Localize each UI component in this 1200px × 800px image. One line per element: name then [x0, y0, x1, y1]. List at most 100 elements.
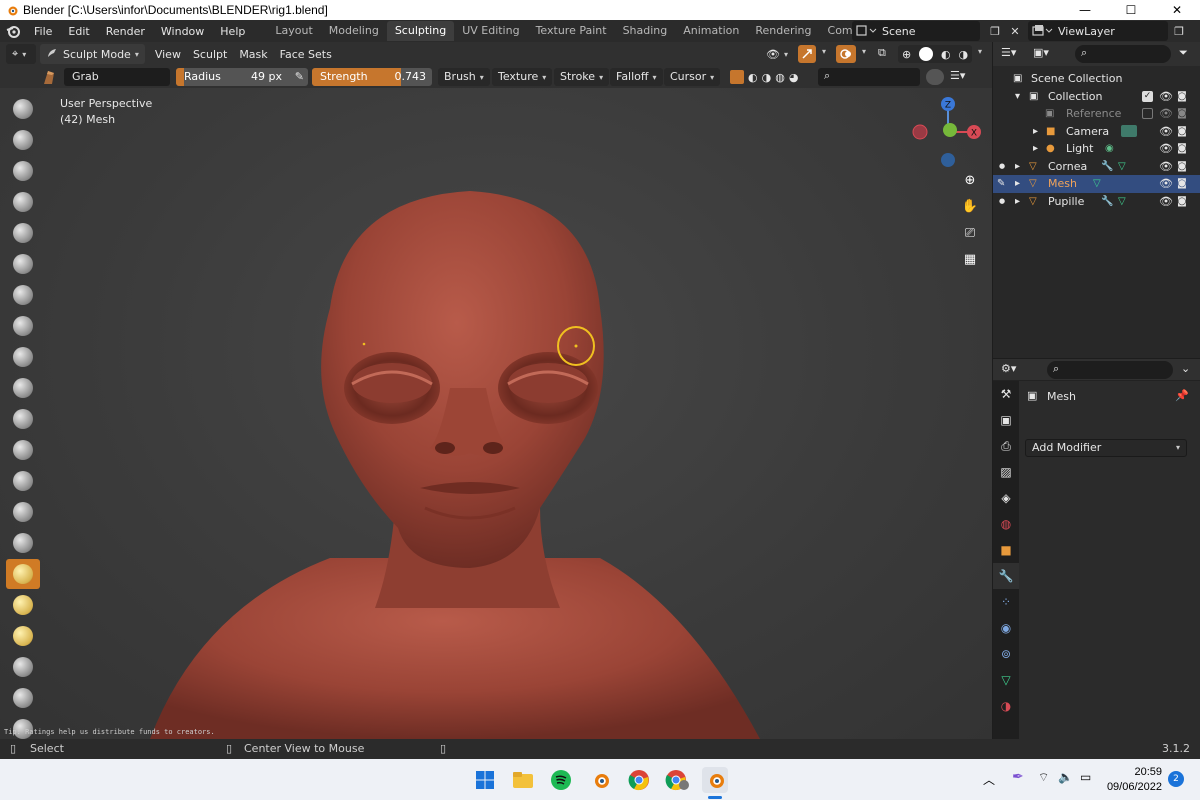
stroke-dropdown[interactable]: Stroke ▾	[554, 68, 610, 86]
sculpt-tool-button[interactable]	[6, 621, 40, 651]
sculpt-tool-button[interactable]	[6, 311, 40, 341]
eye-icon[interactable]: 👁	[1159, 125, 1173, 138]
perspective-grid-icon[interactable]: ▦	[958, 247, 982, 271]
sculpt-tool-button[interactable]	[6, 683, 40, 713]
filter-icon[interactable]: ⏷	[1179, 46, 1188, 60]
sculpt-tool-button[interactable]	[6, 218, 40, 248]
clock[interactable]: 20:59 09/06/2022	[1100, 765, 1162, 795]
sculpt-tool-button[interactable]	[6, 187, 40, 217]
overlays-toggle-icon[interactable]	[836, 45, 856, 63]
visibility-dropdown[interactable]: 👁 ▾	[766, 45, 796, 63]
spotify-icon[interactable]	[548, 767, 574, 793]
delete-scene-icon[interactable]: ✕	[1006, 22, 1024, 40]
workspace-tab-animation[interactable]: Animation	[675, 21, 747, 41]
sculpt-tool-button[interactable]	[6, 559, 40, 589]
chevron-up-icon[interactable]: ︿	[983, 771, 995, 788]
menu-edit[interactable]: Edit	[60, 25, 97, 38]
menu-view[interactable]: View	[149, 48, 187, 61]
chrome-profile-icon[interactable]	[664, 767, 690, 793]
camera-render-icon[interactable]: ◙	[1176, 161, 1188, 172]
sculpt-tool-button[interactable]	[6, 342, 40, 372]
wifi-icon[interactable]: ⌔	[1038, 770, 1049, 785]
outliner-row-pupille[interactable]: ● ▸ ▽ Pupille 🔧 ▽ 👁 ◙	[993, 193, 1200, 211]
sphere-icon[interactable]: ◕	[789, 71, 799, 84]
menu-file[interactable]: File	[26, 25, 60, 38]
expand-arrow-icon[interactable]: ▸	[1015, 161, 1020, 172]
blender-menu-icon[interactable]	[0, 21, 26, 41]
eye-icon[interactable]: 👁	[1159, 195, 1173, 208]
material-tab-icon[interactable]: ◑	[993, 693, 1019, 719]
outliner-row-reference[interactable]: ▣ Reference 👁 ◙	[993, 105, 1200, 123]
eye-icon[interactable]: 👁	[1159, 107, 1173, 120]
expand-arrow-icon[interactable]: ▸	[1033, 143, 1038, 154]
properties-search-input[interactable]: ⌕	[1047, 361, 1173, 379]
view-layer-tab-icon[interactable]: ▨	[993, 459, 1019, 485]
camera-render-icon[interactable]: ◙	[1176, 178, 1188, 189]
outliner-search-input[interactable]: ⌕	[1075, 45, 1171, 63]
expand-arrow-icon[interactable]: ▾	[1015, 91, 1020, 102]
data-tab-icon[interactable]: ▽	[993, 667, 1019, 693]
view-layer-selector[interactable]: ViewLayer	[1028, 21, 1168, 41]
sculpt-tool-button[interactable]	[6, 435, 40, 465]
new-scene-icon[interactable]: ❐	[986, 22, 1004, 40]
scene-tab-icon[interactable]: ◈	[993, 485, 1019, 511]
physics-tab-icon[interactable]: ◉	[993, 615, 1019, 641]
camera-render-icon[interactable]: ◙	[1176, 143, 1188, 154]
speaker-icon[interactable]: 🔈	[1058, 770, 1073, 784]
minimize-button[interactable]: —	[1062, 0, 1108, 20]
outliner-row-mesh[interactable]: ✎ ▸ ▽ Mesh ▽ 👁 ◙	[993, 175, 1200, 193]
pressure-pen-icon[interactable]: ✎	[295, 70, 304, 83]
sculpt-tool-button[interactable]	[6, 652, 40, 682]
solid-shading-icon[interactable]	[919, 47, 934, 61]
gizmo-toggle-icon[interactable]	[798, 45, 816, 63]
brush-name-field[interactable]: Grab	[64, 68, 170, 86]
modifiers-tab-icon[interactable]: 🔧	[993, 563, 1019, 589]
menu-face-sets[interactable]: Face Sets	[274, 48, 338, 61]
chrome-icon[interactable]	[626, 767, 652, 793]
workspace-tab-sculpting[interactable]: Sculpting	[386, 21, 455, 41]
sculpt-tool-button[interactable]	[6, 280, 40, 310]
sculpt-tool-button[interactable]	[6, 125, 40, 155]
render-tab-icon[interactable]: ▣	[993, 407, 1019, 433]
blender-active-icon[interactable]	[702, 767, 728, 793]
file-explorer-icon[interactable]	[510, 767, 536, 793]
globe-icon[interactable]: ◍	[775, 71, 785, 84]
exclude-checkbox[interactable]	[1142, 108, 1153, 120]
workspace-tab-texture-paint[interactable]: Texture Paint	[528, 21, 615, 41]
outliner-editor-type-icon[interactable]: ☰▾	[1001, 46, 1016, 59]
eye-icon[interactable]: 👁	[1159, 90, 1173, 103]
remesh-icon[interactable]: ◐	[748, 71, 758, 84]
menu-mask[interactable]: Mask	[233, 48, 273, 61]
expand-arrow-icon[interactable]: ▸	[1015, 196, 1020, 207]
scene-selector[interactable]: Scene	[852, 21, 980, 41]
feather-tray-icon[interactable]: ✒	[1012, 769, 1024, 785]
outliner-row-scene-collection[interactable]: ▣ Scene Collection	[993, 70, 1200, 88]
workspace-tab-shading[interactable]: Shading	[615, 21, 676, 41]
tool-tab-icon[interactable]: ⚒	[993, 381, 1019, 407]
options-toggle-icon[interactable]	[926, 69, 944, 85]
overlays-dropdown-icon[interactable]: ▾	[862, 47, 866, 56]
object-tab-icon[interactable]: ■	[993, 537, 1019, 563]
blender-icon[interactable]	[587, 767, 613, 793]
strength-slider[interactable]: Strength 0.743	[312, 68, 432, 86]
falloff-dropdown[interactable]: Falloff ▾	[610, 68, 663, 86]
maximize-button[interactable]: ☐	[1108, 0, 1154, 20]
mask-icon[interactable]: ◑	[762, 71, 772, 84]
sculpt-tool-button[interactable]	[6, 497, 40, 527]
editor-type-dropdown[interactable]: ⌖ ▾	[6, 44, 36, 64]
sculpt-tool-button[interactable]	[6, 373, 40, 403]
eye-icon[interactable]: 👁	[1159, 142, 1173, 155]
output-tab-icon[interactable]: ⎙	[993, 433, 1019, 459]
radius-slider[interactable]: Radius 49 px ✎	[176, 68, 308, 86]
properties-editor-type-icon[interactable]: ⚙▾	[1001, 362, 1016, 375]
sculpt-tool-button[interactable]	[6, 404, 40, 434]
sculpt-tool-button[interactable]	[6, 94, 40, 124]
world-tab-icon[interactable]: ◍	[993, 511, 1019, 537]
windows-start-icon[interactable]	[472, 767, 498, 793]
outliner-row-collection[interactable]: ▾ ▣ Collection ✓ 👁 ◙	[993, 88, 1200, 106]
brush-dropdown[interactable]: Brush ▾	[438, 68, 490, 86]
pan-hand-icon[interactable]: ✋	[958, 194, 982, 218]
eye-icon[interactable]: 👁	[1159, 177, 1173, 190]
workspace-tab-layout[interactable]: Layout	[267, 21, 320, 41]
tool-search-input[interactable]: ⌕	[818, 68, 920, 86]
